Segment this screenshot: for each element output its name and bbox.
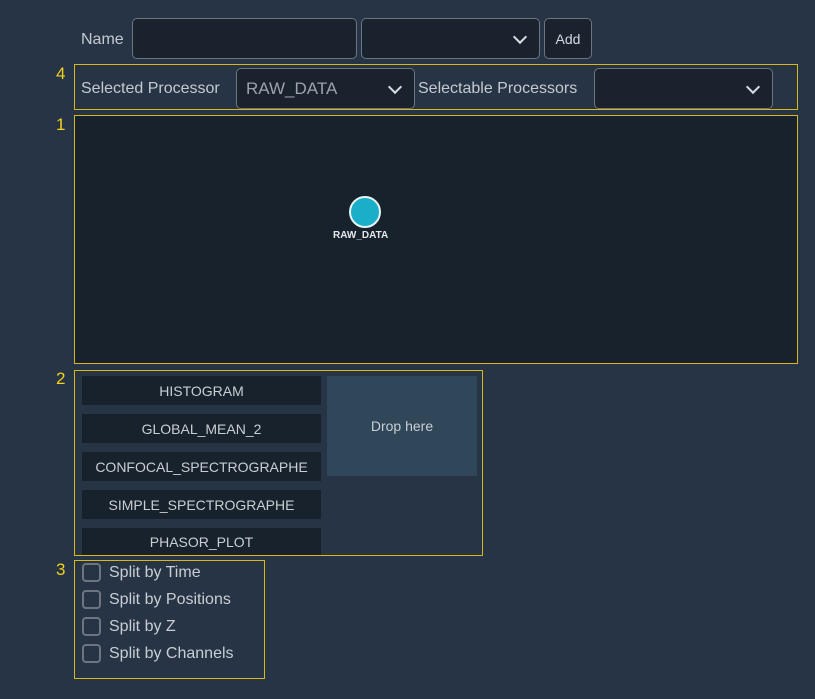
section-number-3: 3 <box>56 560 65 580</box>
name-label: Name <box>81 31 124 49</box>
selectable-processors-dropdown[interactable] <box>594 68 773 109</box>
name-input[interactable] <box>132 18 357 59</box>
checkbox-label: Split by Channels <box>109 645 234 663</box>
processor-item[interactable]: SIMPLE_SPECTROGRAPHE <box>82 490 321 519</box>
add-button[interactable]: Add <box>544 18 592 59</box>
checkbox-label: Split by Positions <box>109 591 231 609</box>
processor-item[interactable]: GLOBAL_MEAN_2 <box>82 414 321 443</box>
selected-processor-label: Selected Processor <box>81 80 220 98</box>
selected-processor-dropdown[interactable]: RAW_DATA <box>236 68 415 109</box>
split-by-positions-checkbox[interactable]: Split by Positions <box>82 590 231 609</box>
split-by-channels-checkbox[interactable]: Split by Channels <box>82 644 234 663</box>
processor-item[interactable]: CONFOCAL_SPECTROGRAPHE <box>82 452 321 481</box>
chevron-down-icon <box>513 29 527 43</box>
processor-item[interactable]: HISTOGRAM <box>82 376 321 405</box>
checkbox[interactable] <box>82 617 101 636</box>
checkbox[interactable] <box>82 644 101 663</box>
graph-node-raw-data[interactable] <box>349 196 381 228</box>
chevron-down-icon <box>746 79 760 93</box>
processor-item[interactable]: PHASOR_PLOT <box>82 528 321 555</box>
selected-processor-value: RAW_DATA <box>246 79 337 99</box>
processor-graph-canvas[interactable]: RAW_DATA <box>74 115 798 364</box>
type-dropdown[interactable] <box>361 18 540 59</box>
checkbox[interactable] <box>82 563 101 582</box>
section-number-1: 1 <box>56 115 65 135</box>
section-number-4: 4 <box>56 64 65 84</box>
selectable-processors-label: Selectable Processors <box>418 80 577 98</box>
checkbox-label: Split by Z <box>109 618 176 636</box>
section-number-2: 2 <box>56 369 65 389</box>
graph-node-label: RAW_DATA <box>333 230 388 241</box>
checkbox[interactable] <box>82 590 101 609</box>
drop-zone[interactable]: Drop here <box>327 376 477 476</box>
chevron-down-icon <box>388 79 402 93</box>
checkbox-label: Split by Time <box>109 564 201 582</box>
split-by-z-checkbox[interactable]: Split by Z <box>82 617 176 636</box>
split-by-time-checkbox[interactable]: Split by Time <box>82 563 201 582</box>
